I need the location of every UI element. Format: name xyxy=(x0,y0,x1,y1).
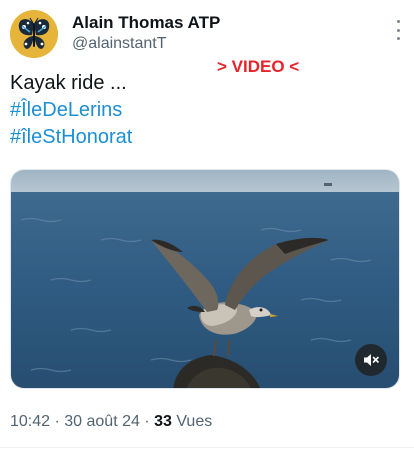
mute-button[interactable] xyxy=(355,344,387,376)
video-tag-text: > VIDEO < xyxy=(217,57,300,76)
meta-separator: · xyxy=(50,413,65,430)
hashtag-ile-st-honorat[interactable]: #îleStHonorat xyxy=(10,124,132,151)
more-vertical-icon[interactable] xyxy=(390,20,406,40)
butterfly-icon xyxy=(10,10,58,58)
divider xyxy=(0,447,414,448)
avatar[interactable] xyxy=(10,10,58,58)
tweet-body: Kayak ride ... xyxy=(10,72,127,94)
meta-separator: · xyxy=(139,413,155,430)
hashtag-ile-de-lerins[interactable]: #ÎleDeLerins xyxy=(10,97,132,124)
tweet-time[interactable]: 10:42 xyxy=(10,413,50,430)
author-display-name[interactable]: Alain Thomas ATP xyxy=(72,13,220,33)
video-player[interactable] xyxy=(10,169,400,389)
video-frame xyxy=(11,170,399,388)
views-label: Vues xyxy=(171,413,213,430)
author-handle[interactable]: @alainstantT xyxy=(72,35,167,53)
views-count[interactable]: 33 xyxy=(154,413,172,430)
tweet-date[interactable]: 30 août 24 xyxy=(64,413,140,430)
tweet-text: Kayak ride ... #ÎleDeLerins #îleStHonora… xyxy=(10,70,132,151)
tweet-meta: 10:42 · 30 août 24 · 33 Vues xyxy=(10,413,212,431)
volume-muted-icon xyxy=(364,354,379,366)
